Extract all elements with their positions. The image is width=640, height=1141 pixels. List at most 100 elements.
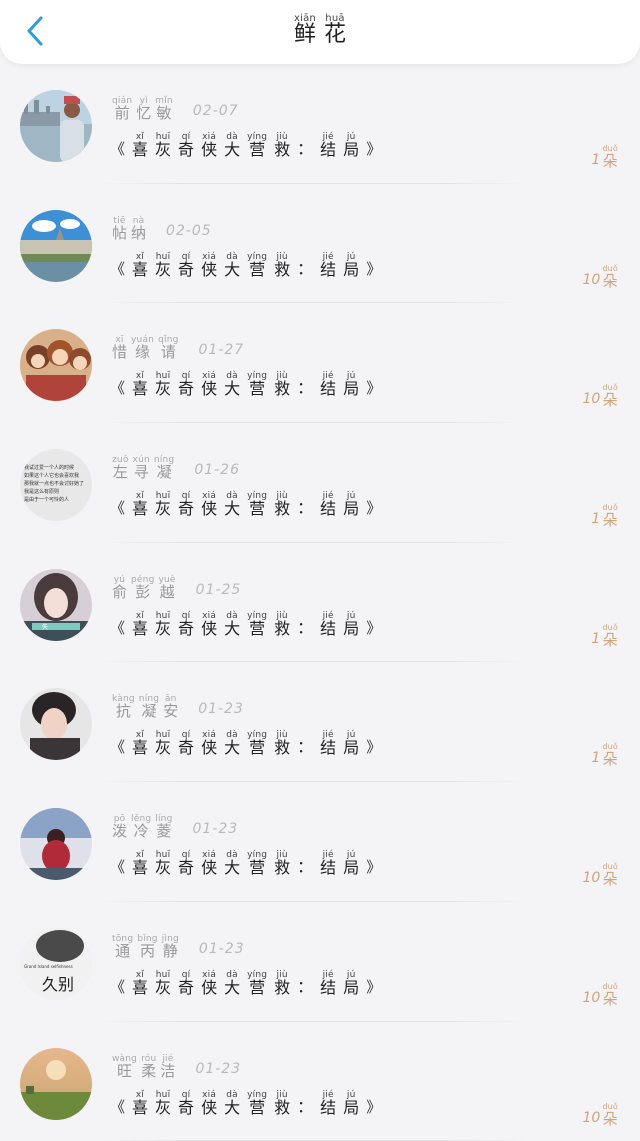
book-title-char: jié结 xyxy=(320,611,336,637)
hanzi: 大 xyxy=(224,860,240,876)
book-title-char: huī灰 xyxy=(155,730,171,756)
list-item[interactable]: Grand Island selfishness 久别 tōng通bǐng丙jì… xyxy=(0,902,640,1022)
book-title-char: xiá侠 xyxy=(201,850,217,876)
count-unit: duǒ朵 xyxy=(602,264,618,289)
avatar[interactable] xyxy=(20,688,92,760)
sender-line: pō泼lěng冷líng菱01-23 xyxy=(112,814,238,839)
hanzi: 侠 xyxy=(201,1100,217,1116)
book-title: 《xǐ喜huī灰qí奇xiá侠dà大yíng营jiù救：jié结jú局》 xyxy=(110,970,381,996)
hanzi: 朵 xyxy=(603,393,618,408)
sender-name-char: níng凝 xyxy=(139,694,159,719)
sender-name-char: yì忆 xyxy=(136,96,151,121)
list-item[interactable]: qián前yì忆mǐn敏02-07《xǐ喜huī灰qí奇xiá侠dà大yíng营… xyxy=(0,64,640,184)
hanzi: 救 xyxy=(274,381,290,397)
hanzi: 朵 xyxy=(603,872,618,887)
hanzi: 侠 xyxy=(201,501,217,517)
sender-name-char: péng彭 xyxy=(131,575,154,600)
book-title-char: jiù救 xyxy=(274,491,290,517)
hanzi: 救 xyxy=(274,142,290,158)
hanzi: 营 xyxy=(249,860,265,876)
hanzi: 静 xyxy=(163,944,178,959)
hanzi: 敏 xyxy=(157,106,172,121)
hanzi: 朵 xyxy=(603,633,618,648)
book-title-char: yíng营 xyxy=(247,730,267,756)
hanzi: 凝 xyxy=(157,465,172,480)
list-item[interactable]: 失 yú俞péng彭yuè越01-25《xǐ喜huī灰qí奇xiá侠dà大yín… xyxy=(0,543,640,663)
book-title-char: jú局 xyxy=(343,371,359,397)
hanzi: 奇 xyxy=(178,262,194,278)
avatar[interactable]: 我试过爱一个人的时候如果这个人它也会喜欢我那我就一点也不会讨好她了我是这么有原则… xyxy=(20,449,92,521)
hanzi: 抗 xyxy=(116,704,131,719)
sender-name-char: pō泼 xyxy=(112,814,127,839)
avatar[interactable]: 失 xyxy=(20,569,92,641)
sender-name-char: líng菱 xyxy=(155,814,172,839)
colon: ： xyxy=(297,859,313,876)
list-item[interactable]: wàng旺róu柔jié洁01-23《xǐ喜huī灰qí奇xiá侠dà大yíng… xyxy=(0,1022,640,1141)
hanzi: 大 xyxy=(224,621,240,637)
book-title-char: dà大 xyxy=(224,491,240,517)
flower-count: 1duǒ朵 xyxy=(591,623,618,648)
book-title: 《xǐ喜huī灰qí奇xiá侠dà大yíng营jiù救：jié结jú局》 xyxy=(110,730,381,756)
hanzi: 奇 xyxy=(178,381,194,397)
gift-date: 01-26 xyxy=(194,462,240,480)
open-bracket: 《 xyxy=(110,740,125,756)
avatar[interactable]: Grand Island selfishness 久别 xyxy=(20,928,92,1000)
book-title-char: dà大 xyxy=(224,850,240,876)
sender-name-char: ān安 xyxy=(163,694,178,719)
hanzi: 灰 xyxy=(155,621,171,637)
count-unit: duǒ朵 xyxy=(602,623,618,648)
sender-name-char: jìng静 xyxy=(162,934,179,959)
list-item[interactable]: xī惜yuán缘qǐng请01-27《xǐ喜huī灰qí奇xiá侠dà大yíng… xyxy=(0,303,640,423)
hanzi: 营 xyxy=(249,980,265,996)
count-number: 1 xyxy=(591,152,600,169)
book-title-char: qí奇 xyxy=(178,491,194,517)
hanzi: 奇 xyxy=(178,501,194,517)
colon: ： xyxy=(297,500,313,517)
hanzi: 救 xyxy=(274,860,290,876)
hanzi: 侠 xyxy=(201,381,217,397)
hanzi: 灰 xyxy=(155,860,171,876)
book-title-char: jú局 xyxy=(343,970,359,996)
book-title-char: xǐ喜 xyxy=(132,371,148,397)
avatar[interactable] xyxy=(20,329,92,401)
hanzi: 忆 xyxy=(136,106,151,121)
sender-name-char: bǐng丙 xyxy=(137,934,157,959)
sender-line: tiē帖nà纳02-05 xyxy=(112,216,212,241)
hanzi: 侠 xyxy=(201,142,217,158)
list-item[interactable]: tiē帖nà纳02-05《xǐ喜huī灰qí奇xiá侠dà大yíng营jiù救：… xyxy=(0,184,640,304)
hanzi: 奇 xyxy=(178,1100,194,1116)
hanzi: 朵 xyxy=(603,752,618,767)
list-item[interactable]: kàng抗níng凝ān安01-23《xǐ喜huī灰qí奇xiá侠dà大yíng… xyxy=(0,662,640,782)
hanzi: 局 xyxy=(343,860,359,876)
colon: ： xyxy=(297,141,313,158)
hanzi: 鲜 xyxy=(294,24,316,46)
book-title-char: jú局 xyxy=(343,1090,359,1116)
sender-line: zuǒ左xún寻níng凝01-26 xyxy=(112,455,240,480)
list-item[interactable]: 我试过爱一个人的时候如果这个人它也会喜欢我那我就一点也不会讨好她了我是这么有原则… xyxy=(0,423,640,543)
avatar[interactable] xyxy=(20,90,92,162)
avatar[interactable] xyxy=(20,808,92,880)
list-item[interactable]: pō泼lěng冷líng菱01-23《xǐ喜huī灰qí奇xiá侠dà大yíng… xyxy=(0,782,640,902)
top-bar: xiān鲜huā花 xyxy=(0,0,640,64)
gift-date: 01-23 xyxy=(198,701,244,719)
hanzi: 结 xyxy=(320,1100,336,1116)
book-title-char: jú局 xyxy=(343,611,359,637)
avatar[interactable] xyxy=(20,210,92,282)
hanzi: 结 xyxy=(320,621,336,637)
book-title-char: jiù救 xyxy=(274,850,290,876)
gift-list: qián前yì忆mǐn敏02-07《xǐ喜huī灰qí奇xiá侠dà大yíng营… xyxy=(0,64,640,1141)
book-title-char: yíng营 xyxy=(247,970,267,996)
book-title-char: huī灰 xyxy=(155,1090,171,1116)
hanzi: 局 xyxy=(343,980,359,996)
close-bracket: 》 xyxy=(366,980,381,996)
book-title-char: dà大 xyxy=(224,132,240,158)
book-title-char: qí奇 xyxy=(178,730,194,756)
book-title: 《xǐ喜huī灰qí奇xiá侠dà大yíng营jiù救：jié结jú局》 xyxy=(110,371,381,397)
book-title-char: huī灰 xyxy=(155,491,171,517)
colon: ： xyxy=(297,979,313,996)
book-title-char: huī灰 xyxy=(155,132,171,158)
hanzi: 侠 xyxy=(201,262,217,278)
book-title-char: qí奇 xyxy=(178,970,194,996)
avatar[interactable] xyxy=(20,1048,92,1120)
sender-name-char: mǐn敏 xyxy=(155,96,173,121)
